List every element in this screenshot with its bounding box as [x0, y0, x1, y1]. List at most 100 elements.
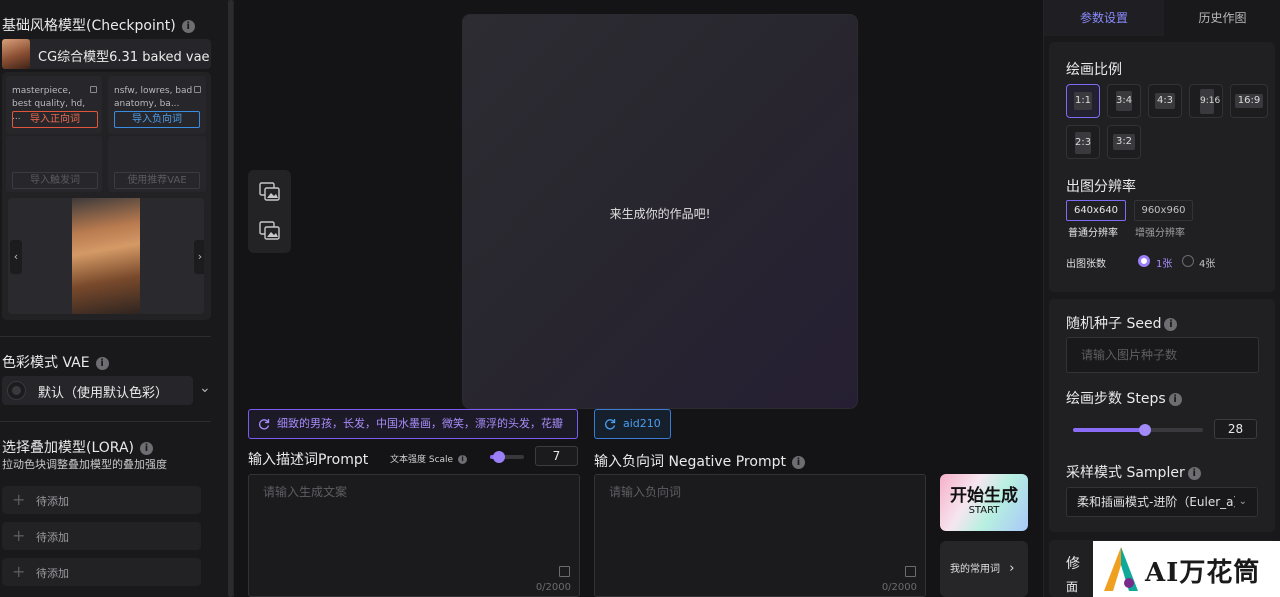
resolution-title: 出图分辨率 [1066, 179, 1136, 195]
plus-icon: + [12, 490, 26, 509]
scale-slider[interactable] [490, 451, 524, 463]
prompt-suggestion-tag[interactable]: 细致的男孩，长发，中国水墨画，微笑，漂浮的头发，花瓣 [248, 409, 578, 439]
refresh-icon[interactable] [258, 418, 270, 430]
seed-input[interactable]: 请输入图片种子数 [1066, 337, 1259, 373]
scale-label: 文本强度 Scale i [390, 452, 468, 465]
vae-select[interactable]: 默认（使用默认色彩） [2, 376, 193, 405]
scale-label-text: 文本强度 Scale [390, 455, 454, 465]
chevron-down-icon[interactable]: ⌄ [199, 380, 211, 396]
steps-value-input[interactable]: 28 [1214, 419, 1257, 439]
copy-icon[interactable] [194, 86, 201, 93]
ratio-option-3-2[interactable]: 3:2 [1107, 125, 1141, 159]
checkpoint-select[interactable]: CG综合模型6.31 baked vae [2, 39, 211, 69]
model-preview-carousel: ‹ › [8, 198, 204, 314]
start-button-sublabel: START [968, 505, 1000, 516]
resolution-high-button[interactable]: 960x960 [1134, 200, 1193, 221]
negative-title-text: 输入负向词 Negative Prompt [594, 454, 786, 470]
count-four-label: 4张 [1199, 259, 1216, 270]
negative-suggestion-tag[interactable]: aid210 [594, 409, 671, 439]
left-panel: 基础风格模型(Checkpoint) i CG综合模型6.31 baked vae… [0, 0, 234, 597]
info-icon[interactable]: i [181, 20, 195, 33]
import-trigger-button[interactable]: 导入触发词 [12, 172, 98, 189]
sampler-title-text: 采样模式 Sampler [1066, 465, 1185, 481]
generation-canvas: 来生成你的作品吧! [462, 14, 858, 409]
ratio-title: 绘画比例 [1066, 62, 1122, 78]
import-positive-button[interactable]: 导入正向词 [12, 111, 98, 128]
seed-title-text: 随机种子 Seed [1066, 316, 1162, 332]
info-icon[interactable]: i [1187, 467, 1201, 480]
prompt-input[interactable]: 请输入生成文案 0/2000 [248, 474, 580, 597]
prompt-char-count: 0/2000 [535, 582, 571, 593]
use-recommended-vae-button[interactable]: 使用推荐VAE [114, 172, 200, 189]
watermark-logo-icon [1104, 547, 1138, 591]
vae-recommend-cell: 使用推荐VAE [108, 136, 206, 192]
info-icon[interactable]: i [791, 456, 805, 469]
ratio-resolution-card: 绘画比例 1:1 3:4 4:3 9:16 16:9 2:3 3:2 出图分辨率… [1049, 42, 1275, 292]
resolution-normal-label: 普通分辨率 [1068, 228, 1118, 239]
chevron-down-icon: ⌄ [1234, 488, 1247, 516]
info-icon[interactable]: i [458, 455, 468, 464]
ratio-option-2-3[interactable]: 2:3 [1066, 125, 1100, 159]
steps-slider[interactable] [1073, 424, 1203, 436]
scale-slider-handle[interactable] [493, 451, 505, 463]
model-detail-card: masterpiece, best quality, hd, ... 导入正向词… [2, 72, 211, 320]
negative-title: 输入负向词 Negative Prompt i [594, 451, 805, 471]
import-negative-button[interactable]: 导入负向词 [114, 111, 200, 128]
ratio-option-16-9[interactable]: 16:9 [1230, 84, 1268, 118]
start-button-label: 开始生成 [950, 486, 1018, 506]
negative-prompt-preview: nsfw, lowres, bad anatomy, ba... [114, 86, 193, 109]
save-icon[interactable] [905, 566, 916, 577]
start-generate-button[interactable]: 开始生成 START [940, 474, 1028, 531]
lora-title: 选择叠加模型(LORA) i [2, 437, 153, 457]
vae-color-icon [7, 381, 26, 400]
negative-suggestion-text: aid210 [623, 417, 661, 430]
lora-slot[interactable]: + 待添加 [2, 522, 201, 550]
carousel-prev-icon[interactable]: ‹ [10, 240, 22, 274]
watermark-text: AI万花筒 [1145, 558, 1261, 588]
model-thumbnail [2, 39, 30, 69]
image-upload-icon[interactable] [259, 221, 281, 241]
copy-icon[interactable] [90, 86, 97, 93]
steps-slider-handle[interactable] [1139, 424, 1151, 436]
trigger-cell: 导入触发词 [6, 136, 102, 192]
resolution-normal-button[interactable]: 640x640 [1066, 200, 1126, 221]
info-icon[interactable]: i [139, 442, 153, 455]
lora-slot-label: 待添加 [36, 531, 69, 544]
lora-slot-label: 待添加 [36, 495, 69, 508]
chevron-right-icon: › [1009, 561, 1015, 576]
sampler-select[interactable]: 柔和插画模式-进阶（Euler_a） ⌄ [1066, 487, 1258, 517]
lora-slot[interactable]: + 待添加 [2, 486, 201, 514]
left-scrollbar[interactable] [228, 0, 233, 597]
steps-slider-fill [1073, 428, 1145, 432]
count-four-radio[interactable] [1182, 255, 1194, 267]
prompt-suggestion-text: 细致的男孩，长发，中国水墨画，微笑，漂浮的头发，花瓣 [277, 417, 563, 430]
count-one-radio[interactable] [1138, 255, 1150, 267]
info-icon[interactable]: i [1164, 318, 1178, 331]
info-icon[interactable]: i [95, 357, 109, 370]
canvas-hint: 来生成你的作品吧! [609, 207, 711, 221]
ratio-option-4-3[interactable]: 4:3 [1148, 84, 1182, 118]
vae-title-text: 色彩模式 VAE [2, 355, 90, 371]
divider [0, 336, 211, 337]
info-icon[interactable]: i [1168, 393, 1182, 406]
ratio-option-9-16[interactable]: 9:16 [1189, 84, 1223, 118]
divider [0, 421, 211, 422]
positive-prompt-cell: masterpiece, best quality, hd, ... 导入正向词 [6, 76, 102, 134]
sampler-title: 采样模式 Sampler i [1066, 462, 1201, 482]
carousel-next-icon[interactable]: › [194, 240, 204, 274]
save-icon[interactable] [559, 566, 570, 577]
tab-history[interactable]: 历史作图 [1164, 0, 1280, 36]
ratio-label: 3:2 [1113, 134, 1135, 150]
scale-value-input[interactable]: 7 [535, 446, 578, 466]
common-words-label: 我的常用词 [950, 564, 1000, 575]
common-words-button[interactable]: 我的常用词 › [940, 541, 1028, 597]
tab-params[interactable]: 参数设置 [1044, 0, 1164, 36]
image-to-image-icon[interactable] [259, 182, 281, 202]
negative-char-count: 0/2000 [881, 582, 917, 593]
ratio-option-3-4[interactable]: 3:4 [1107, 84, 1141, 118]
lora-slot[interactable]: + 待添加 [2, 558, 201, 586]
negative-input[interactable]: 请输入负向词 0/2000 [594, 474, 926, 597]
ratio-option-1-1[interactable]: 1:1 [1066, 84, 1100, 118]
refresh-icon[interactable] [604, 418, 616, 430]
extra-card-label: 修 [1066, 556, 1080, 572]
